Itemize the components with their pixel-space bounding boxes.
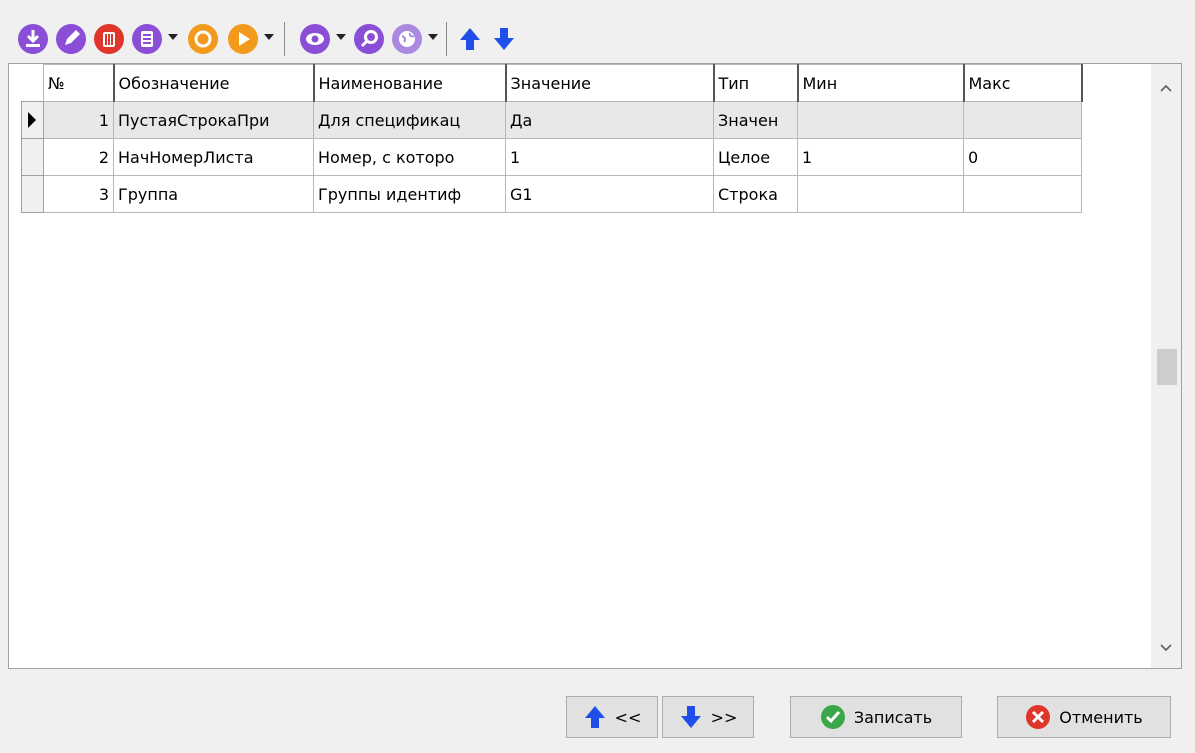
cell-type[interactable]: Значен [713, 101, 798, 139]
cell-num[interactable]: 1 [43, 101, 114, 139]
toolbar-separator [284, 22, 285, 56]
arrow-down-icon [680, 706, 701, 728]
list-icon[interactable] [130, 22, 164, 56]
cell-name[interactable]: Для спецификац [313, 101, 506, 139]
cell-value[interactable]: 1 [505, 138, 714, 176]
check-icon [820, 705, 845, 729]
refresh-icon[interactable] [186, 22, 220, 56]
cancel-button-label: Отменить [1059, 707, 1143, 727]
save-button-label: Записать [853, 707, 933, 727]
row-indicator[interactable] [21, 138, 44, 176]
cell-type[interactable]: Целое [713, 138, 798, 176]
table-row[interactable]: 2 НачНомерЛиста Номер, с которо 1 Целое … [21, 138, 1082, 176]
cell-value[interactable]: G1 [505, 175, 714, 213]
table-row[interactable]: 3 Группа Группы идентиф G1 Строка [21, 175, 1082, 213]
column-header-num[interactable]: № [43, 64, 115, 102]
column-header-value[interactable]: Значение [505, 64, 715, 102]
column-header-type[interactable]: Тип [713, 64, 799, 102]
view-icon[interactable] [298, 22, 332, 56]
arrow-up-icon[interactable] [456, 22, 484, 56]
toolbar [16, 20, 716, 60]
column-header-max[interactable]: Макс [963, 64, 1083, 102]
current-row-pointer-icon [28, 112, 36, 128]
cell-max[interactable]: 0 [963, 138, 1082, 176]
save-button[interactable]: Записать [790, 696, 962, 738]
cell-min[interactable] [797, 175, 964, 213]
prev-button[interactable]: << [566, 696, 658, 738]
cell-num[interactable]: 3 [43, 175, 114, 213]
column-header-name[interactable]: Наименование [313, 64, 507, 102]
column-header-code[interactable]: Обозначение [113, 64, 315, 102]
arrow-down-icon[interactable] [490, 22, 518, 56]
next-button-label: >> [710, 707, 738, 727]
globe-dropdown-caret[interactable] [428, 34, 438, 40]
view-dropdown-caret[interactable] [336, 34, 346, 40]
download-icon[interactable] [16, 22, 50, 56]
list-dropdown-caret[interactable] [168, 34, 178, 40]
scroll-thumb[interactable] [1157, 349, 1177, 385]
header-corner [21, 64, 44, 102]
next-button[interactable]: >> [662, 696, 754, 738]
close-icon [1026, 705, 1051, 729]
cell-min[interactable] [797, 101, 964, 139]
cell-min[interactable]: 1 [797, 138, 964, 176]
prev-button-label: << [614, 707, 642, 727]
scroll-up-icon[interactable] [1151, 70, 1181, 106]
row-indicator[interactable] [21, 175, 44, 213]
table-row[interactable]: 1 ПустаяСтрокаПри Для спецификац Да Знач… [21, 101, 1082, 139]
edit-icon[interactable] [54, 22, 88, 56]
play-icon[interactable] [226, 22, 260, 56]
arrow-up-icon [584, 706, 605, 728]
cell-name[interactable]: Номер, с которо [313, 138, 506, 176]
globe-icon[interactable] [390, 22, 424, 56]
cell-name[interactable]: Группы идентиф [313, 175, 506, 213]
cell-code[interactable]: ПустаяСтрокаПри [113, 101, 314, 139]
column-header-min[interactable]: Мин [797, 64, 965, 102]
cell-max[interactable] [963, 175, 1082, 213]
delete-icon[interactable] [92, 22, 126, 56]
cell-value[interactable]: Да [505, 101, 714, 139]
search-icon[interactable] [352, 22, 386, 56]
cell-code[interactable]: НачНомерЛиста [113, 138, 314, 176]
row-indicator[interactable] [21, 101, 44, 139]
cell-max[interactable] [963, 101, 1082, 139]
table-header-row: № Обозначение Наименование Значение Тип … [21, 64, 1083, 102]
parameters-grid: № Обозначение Наименование Значение Тип … [8, 63, 1182, 669]
play-dropdown-caret[interactable] [264, 34, 274, 40]
scroll-down-icon[interactable] [1151, 630, 1181, 666]
parameters-table: № Обозначение Наименование Значение Тип … [21, 64, 1083, 213]
cancel-button[interactable]: Отменить [997, 696, 1171, 738]
vertical-scrollbar[interactable] [1151, 64, 1181, 668]
cell-code[interactable]: Группа [113, 175, 314, 213]
cell-type[interactable]: Строка [713, 175, 798, 213]
toolbar-separator [446, 22, 447, 56]
cell-num[interactable]: 2 [43, 138, 114, 176]
